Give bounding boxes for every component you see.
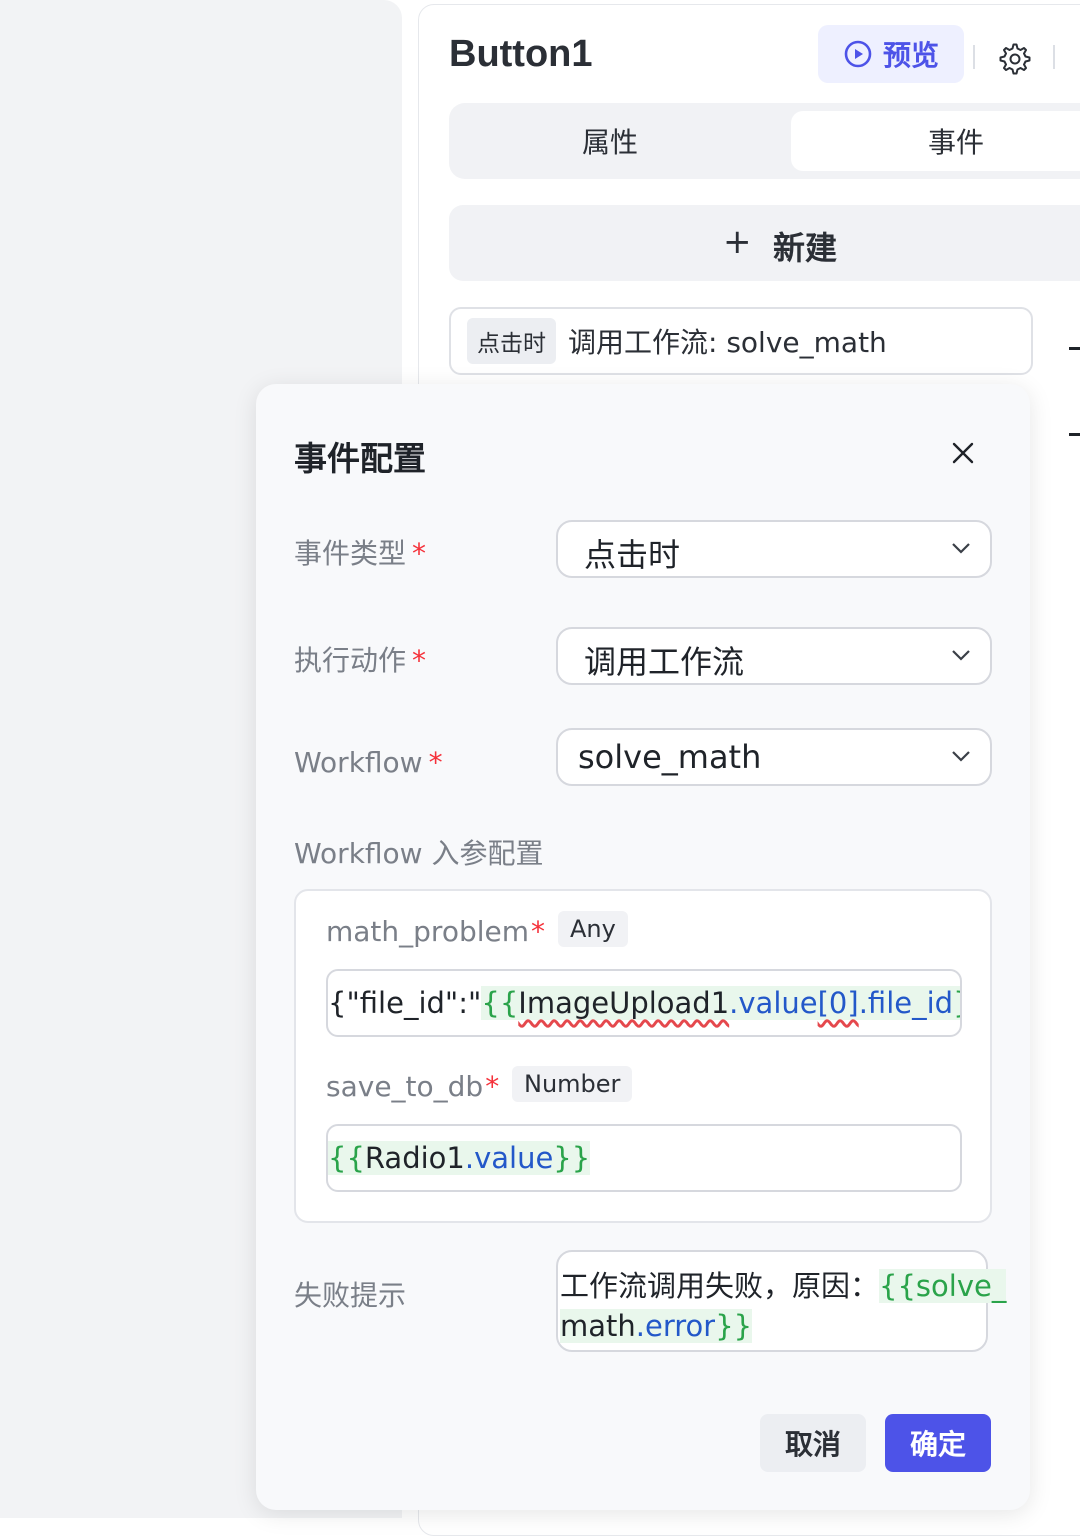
math-problem-input[interactable]: {"file_id":"{{ImageUpload1 .value [0] .file… (326, 969, 962, 1037)
tab-events[interactable]: 事件 (791, 111, 1080, 171)
expr-brace: {{ (481, 986, 519, 1020)
expr-index: [0] (817, 986, 859, 1020)
param-type-badge: Number (512, 1066, 633, 1102)
expr-brace: }} (953, 986, 960, 1020)
chevron-down-icon (952, 751, 970, 762)
toolbar-divider (1053, 45, 1055, 69)
expr-property: .value (464, 1141, 554, 1175)
action-value: 调用工作流 (584, 643, 745, 681)
tab-properties[interactable]: 属性 (449, 111, 771, 171)
param-name-text: save_to_db (326, 1070, 484, 1103)
required-mark: * (412, 537, 427, 570)
action-label-text: 执行动作 (294, 644, 407, 677)
preview-button[interactable]: 预览 (818, 25, 964, 83)
workflow-params-label: Workflow 入参配置 (294, 837, 544, 870)
cancel-button[interactable]: 取消 (760, 1414, 866, 1472)
expr-property: .value (729, 986, 818, 1020)
chevron-down-icon (952, 650, 970, 661)
fail-hint-label: 失败提示 (294, 1279, 407, 1312)
close-icon[interactable] (950, 440, 976, 466)
param-type-badge: Any (558, 911, 628, 947)
workflow-label-text: Workflow (294, 746, 423, 779)
play-circle-icon (844, 40, 872, 68)
event-summary: 调用工作流: solve_math (568, 326, 887, 359)
event-type-value: 点击时 (584, 536, 681, 574)
workflow-label: Workflow * (294, 746, 443, 779)
plus-icon: + (723, 222, 752, 262)
workflow-params-box: math_problem* Any {"file_id":"{{ImageUpl… (294, 889, 992, 1223)
expr-brace: }} (715, 1309, 753, 1343)
expr-reference: math (560, 1309, 636, 1343)
fail-hint-line: 工作流调用失败，原因：{{solve_ (560, 1266, 1007, 1306)
expr-reference: Radio1 (364, 1141, 465, 1175)
confirm-button[interactable]: 确定 (885, 1414, 991, 1472)
toolbar-divider (973, 45, 975, 69)
workflow-value: solve_math (578, 738, 762, 776)
minus-icon[interactable] (1069, 433, 1080, 436)
event-type-label: 事件类型 * (294, 532, 426, 572)
required-mark: * (531, 915, 546, 948)
required-mark: * (428, 746, 443, 779)
new-event-button[interactable]: + 新建 (449, 205, 1080, 281)
fail-hint-input[interactable]: 工作流调用失败，原因：{{solve_ math.error}} (556, 1250, 1007, 1352)
gear-icon[interactable] (997, 41, 1033, 77)
expr-property: .file_id (858, 986, 954, 1020)
required-mark: * (412, 644, 427, 677)
expr-property: .error (635, 1309, 716, 1343)
param-name: save_to_db* (326, 1070, 499, 1103)
event-trigger-tag: 点击时 (467, 318, 556, 364)
required-mark: * (485, 1070, 500, 1103)
chevron-down-icon (952, 543, 970, 554)
event-list-item[interactable]: 点击时 调用工作流: solve_math (449, 307, 1033, 375)
expr-brace: {{solve_ (879, 1269, 1007, 1303)
new-event-label: 新建 (773, 229, 838, 267)
dialog-title: 事件配置 (294, 439, 426, 478)
action-label: 执行动作 * (294, 639, 426, 679)
action-select[interactable]: 调用工作流 (556, 627, 992, 685)
workflow-select[interactable]: solve_math (556, 728, 992, 786)
param-name-text: math_problem (326, 915, 530, 948)
fail-hint-line: math.error}} (560, 1306, 753, 1346)
event-type-select[interactable]: 点击时 (556, 520, 992, 578)
expr-brace: }} (553, 1141, 591, 1175)
panel-tabs: 属性 事件 (449, 103, 1080, 179)
event-type-label-text: 事件类型 (294, 537, 407, 570)
save-to-db-input[interactable]: {{ Radio1 .value }} (326, 1124, 962, 1192)
expr-brace: {{ (328, 1141, 365, 1175)
component-title: Button1 (449, 33, 593, 75)
param-name: math_problem* (326, 915, 545, 948)
expr-text: {"file_id":" (328, 986, 482, 1020)
preview-label: 预览 (882, 39, 939, 72)
expr-reference: ImageUpload1 (518, 986, 730, 1020)
fail-hint-text: 工作流调用失败，原因： (560, 1269, 880, 1303)
minus-icon[interactable] (1069, 347, 1080, 350)
event-config-dialog: 事件配置 事件类型 * 点击时 执行动作 * 调用工作流 Workflow * sol… (256, 384, 1030, 1510)
